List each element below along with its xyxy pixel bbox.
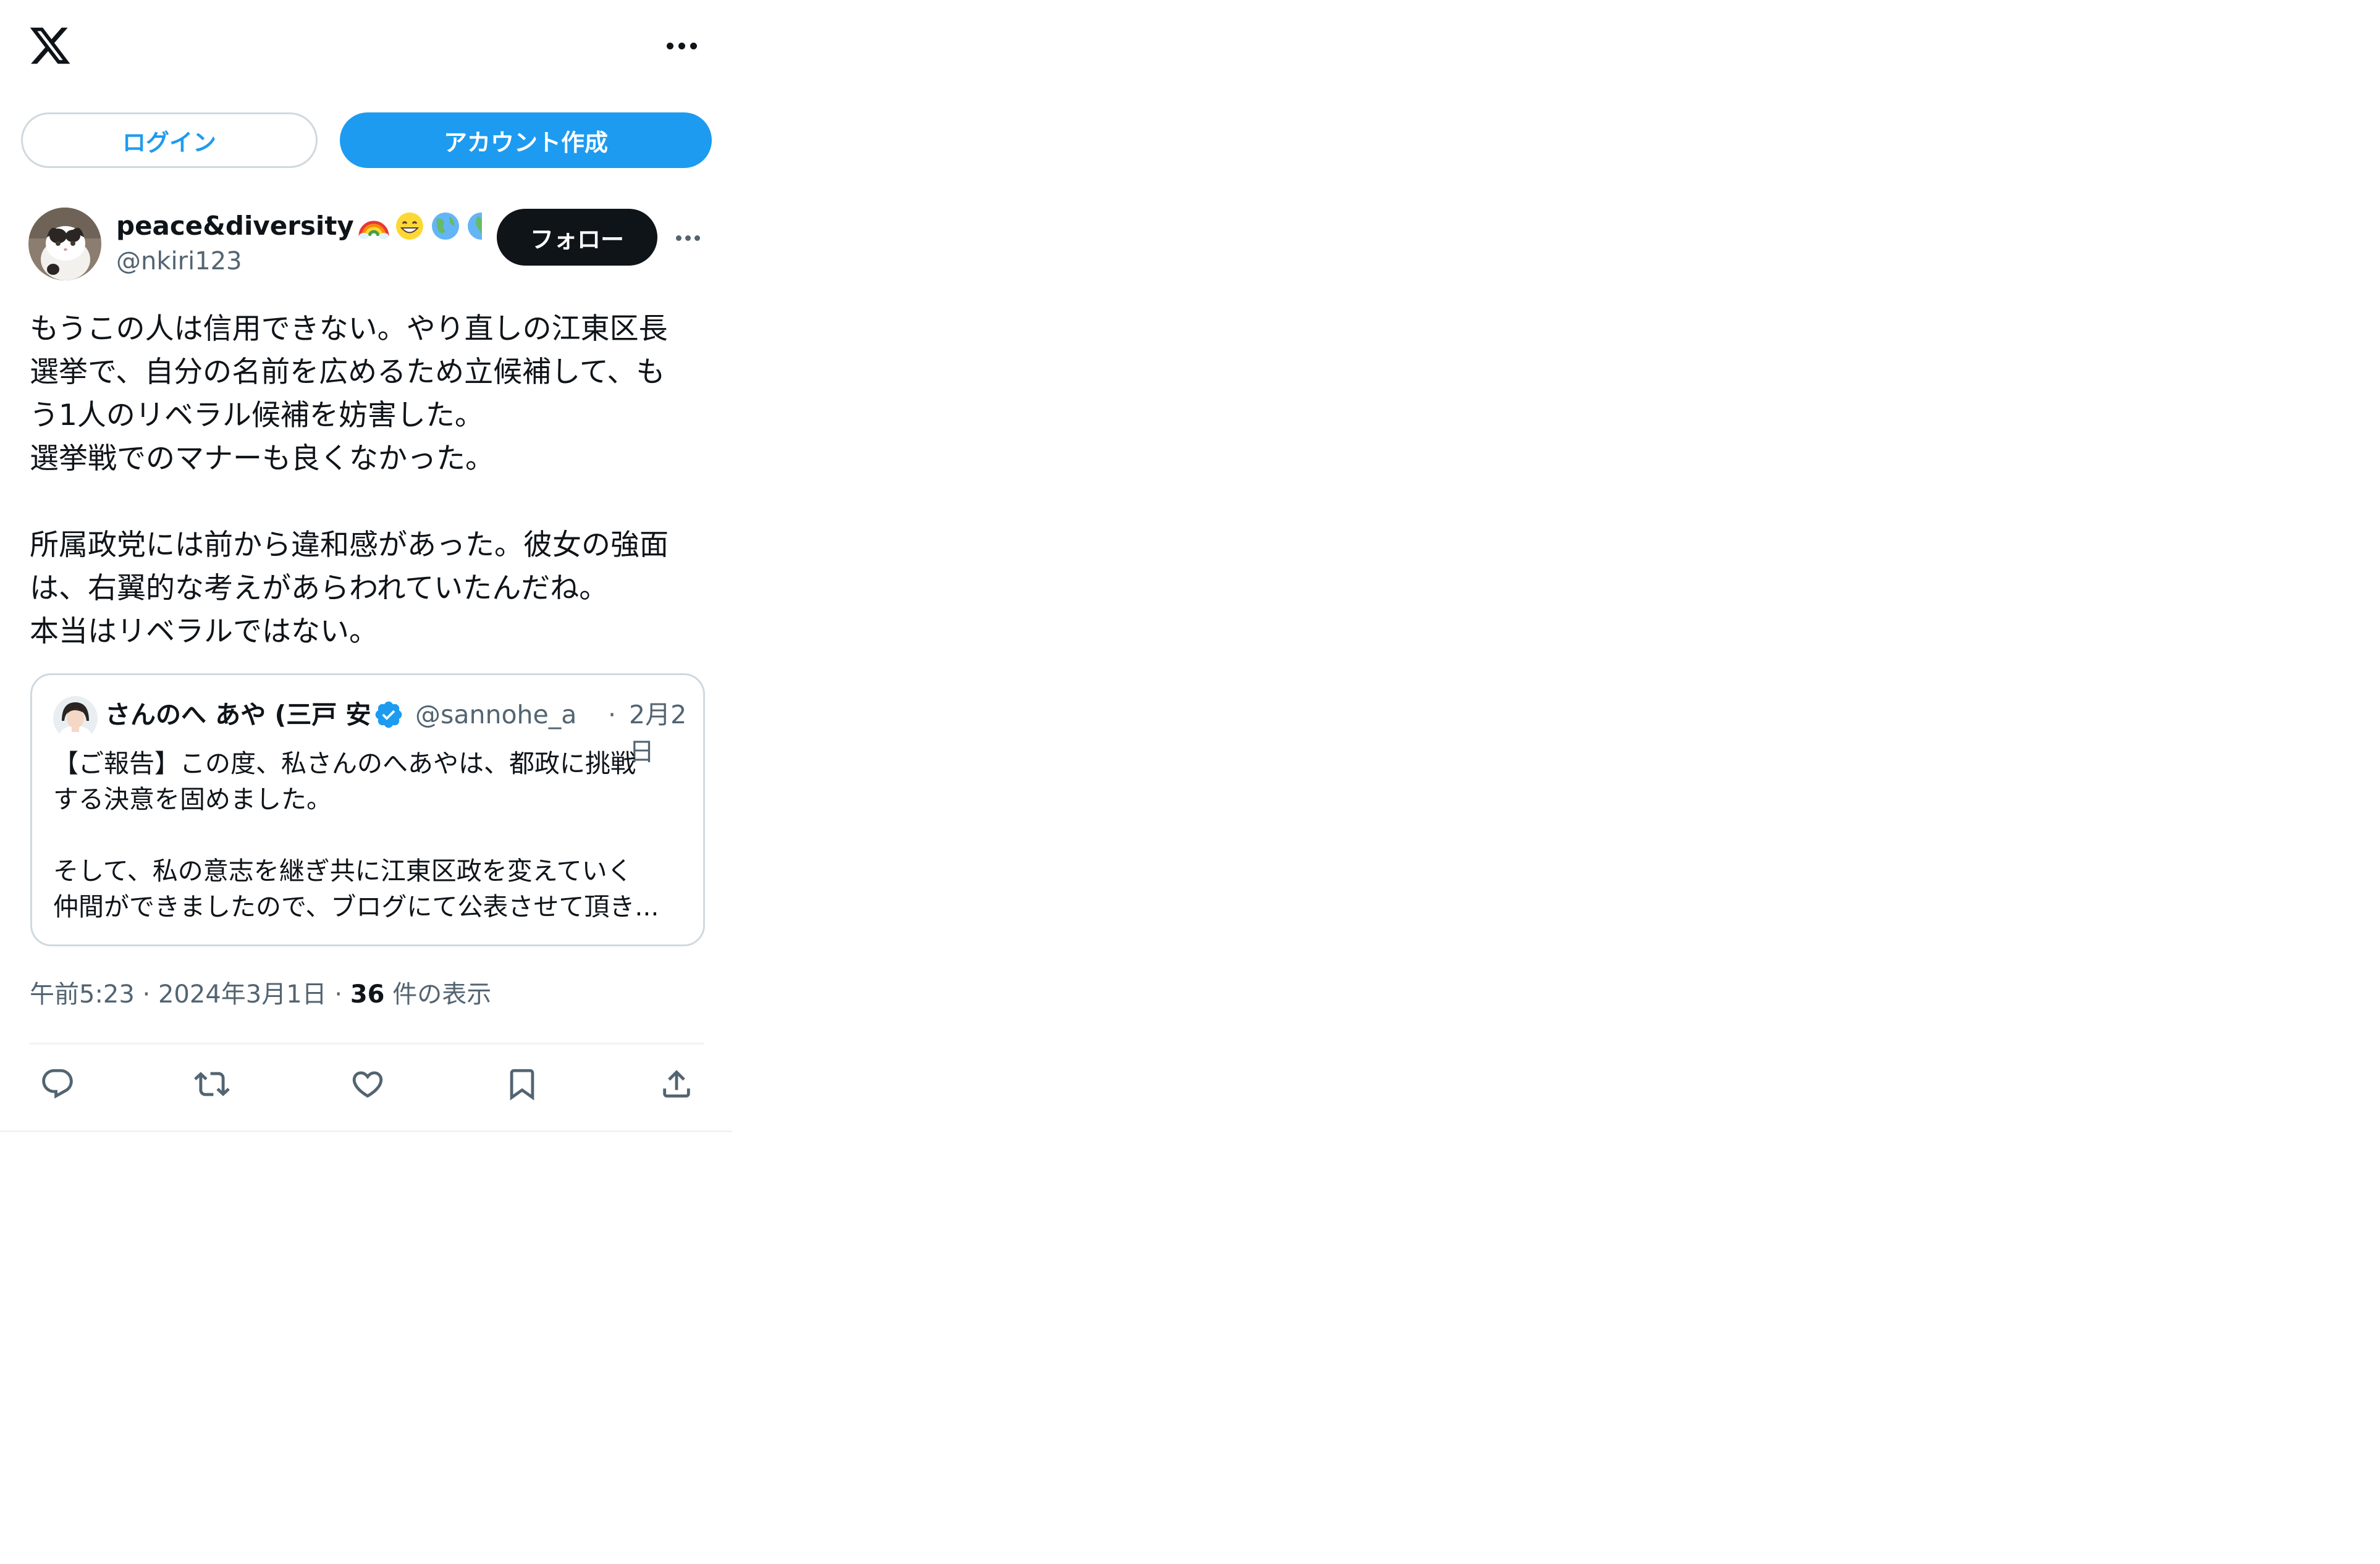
tweet-text-line: う1人のリベラル候補を妨害した。: [30, 398, 484, 432]
quoted-text-line: する決意を固めました。: [53, 784, 332, 814]
tweet-text-line: 選挙戦でのマナーも良くなかった。: [30, 442, 494, 476]
globe-emoji: [465, 210, 482, 242]
tweet-text-line: は、右翼的な考えがあらわれていたんだね。: [30, 571, 609, 605]
quoted-author-name: さんのへ あや (三戸 安: [105, 700, 371, 729]
tweet-more-icon[interactable]: [673, 229, 702, 247]
verified-badge-icon: [373, 699, 404, 730]
tweet-text-line: 所属政党には前から違和感があった。彼女の強面: [30, 528, 669, 562]
globe-emoji: [429, 210, 462, 242]
quoted-text-line: そして、私の意志を継ぎ共に江東区政を変えていく: [53, 856, 633, 886]
author-name[interactable]: peace&diversity: [116, 207, 482, 245]
dot-shape: [675, 235, 682, 241]
author-name-text: peace&diversity: [116, 211, 354, 241]
retweet-button[interactable]: [190, 1062, 234, 1106]
retweet-icon: [194, 1072, 230, 1096]
reply-icon: [42, 1069, 73, 1099]
quoted-author-avatar: [53, 696, 98, 741]
quoted-text-line: 仲間ができましたので、ブログにて公表させて頂き...: [53, 892, 659, 922]
author-avatar[interactable]: [28, 208, 101, 280]
quoted-separator: ·: [608, 700, 617, 729]
tweet-meta: 午前5:23 · 2024年3月1日 · 36 件の表示: [30, 976, 491, 1013]
tweet-text: もうこの人は信用できない。やり直しの江東区長 選挙で、自分の名前を広めるため立候…: [30, 308, 715, 654]
quoted-author-handle: @sannohe_a: [415, 700, 577, 729]
rainbow-emoji: [358, 210, 390, 242]
quoted-tweet-card[interactable]: さんのへ あや (三戸 安 @sannohe_a · 2月2日 【ご報告】この度…: [30, 673, 705, 946]
dot-shape: [694, 235, 700, 241]
quoted-text: 【ご報告】この度、私さんのへあやは、都政に挑戦 する決意を固めました。 そして、…: [53, 746, 683, 925]
login-button[interactable]: ログイン: [21, 112, 318, 168]
tweet-text-line: もうこの人は信用できない。やり直しの江東区長: [30, 312, 668, 346]
tweet-text-blank-line: [30, 481, 715, 524]
dot-shape: [678, 42, 685, 49]
divider: [30, 1043, 704, 1045]
quoted-text-blank-line: [53, 817, 683, 853]
tweet-date[interactable]: 2024年3月1日: [158, 980, 327, 1009]
like-button[interactable]: [346, 1062, 389, 1106]
tweet-text-line: 本当はリベラルではない。: [30, 615, 378, 649]
share-icon: [663, 1070, 690, 1098]
grinning-face-emoji: [394, 210, 426, 242]
quoted-text-line: 【ご報告】この度、私さんのへあやは、都政に挑戦: [53, 749, 636, 778]
tweet-text-line: 選挙で、自分の名前を広めるため立候補して、も: [30, 355, 665, 389]
share-button[interactable]: [655, 1062, 698, 1106]
reply-button[interactable]: [36, 1062, 79, 1106]
views-count: 36: [350, 980, 385, 1009]
views-label: 件の表示: [392, 980, 492, 1009]
dot-shape: [685, 235, 691, 241]
tweet-column: ログイン アカウント作成 peace&diversity @nkiri123 フ…: [0, 0, 732, 1132]
tweet-time[interactable]: 午前5:23: [30, 980, 135, 1009]
heart-icon: [352, 1071, 383, 1098]
page: ログイン アカウント作成 peace&diversity @nkiri123 フ…: [0, 0, 2380, 1564]
bookmark-button[interactable]: [500, 1062, 544, 1106]
bookmark-icon: [510, 1069, 534, 1101]
dot-shape: [690, 42, 697, 49]
meta-separator: ·: [142, 980, 151, 1009]
x-logo-icon[interactable]: [27, 23, 73, 68]
dot-shape: [666, 42, 673, 49]
follow-button[interactable]: フォロー: [497, 209, 657, 266]
create-account-button[interactable]: アカウント作成: [340, 112, 712, 168]
more-horizontal-icon[interactable]: [662, 35, 701, 57]
author-handle[interactable]: @nkiri123: [116, 246, 242, 277]
meta-separator: ·: [334, 980, 343, 1009]
